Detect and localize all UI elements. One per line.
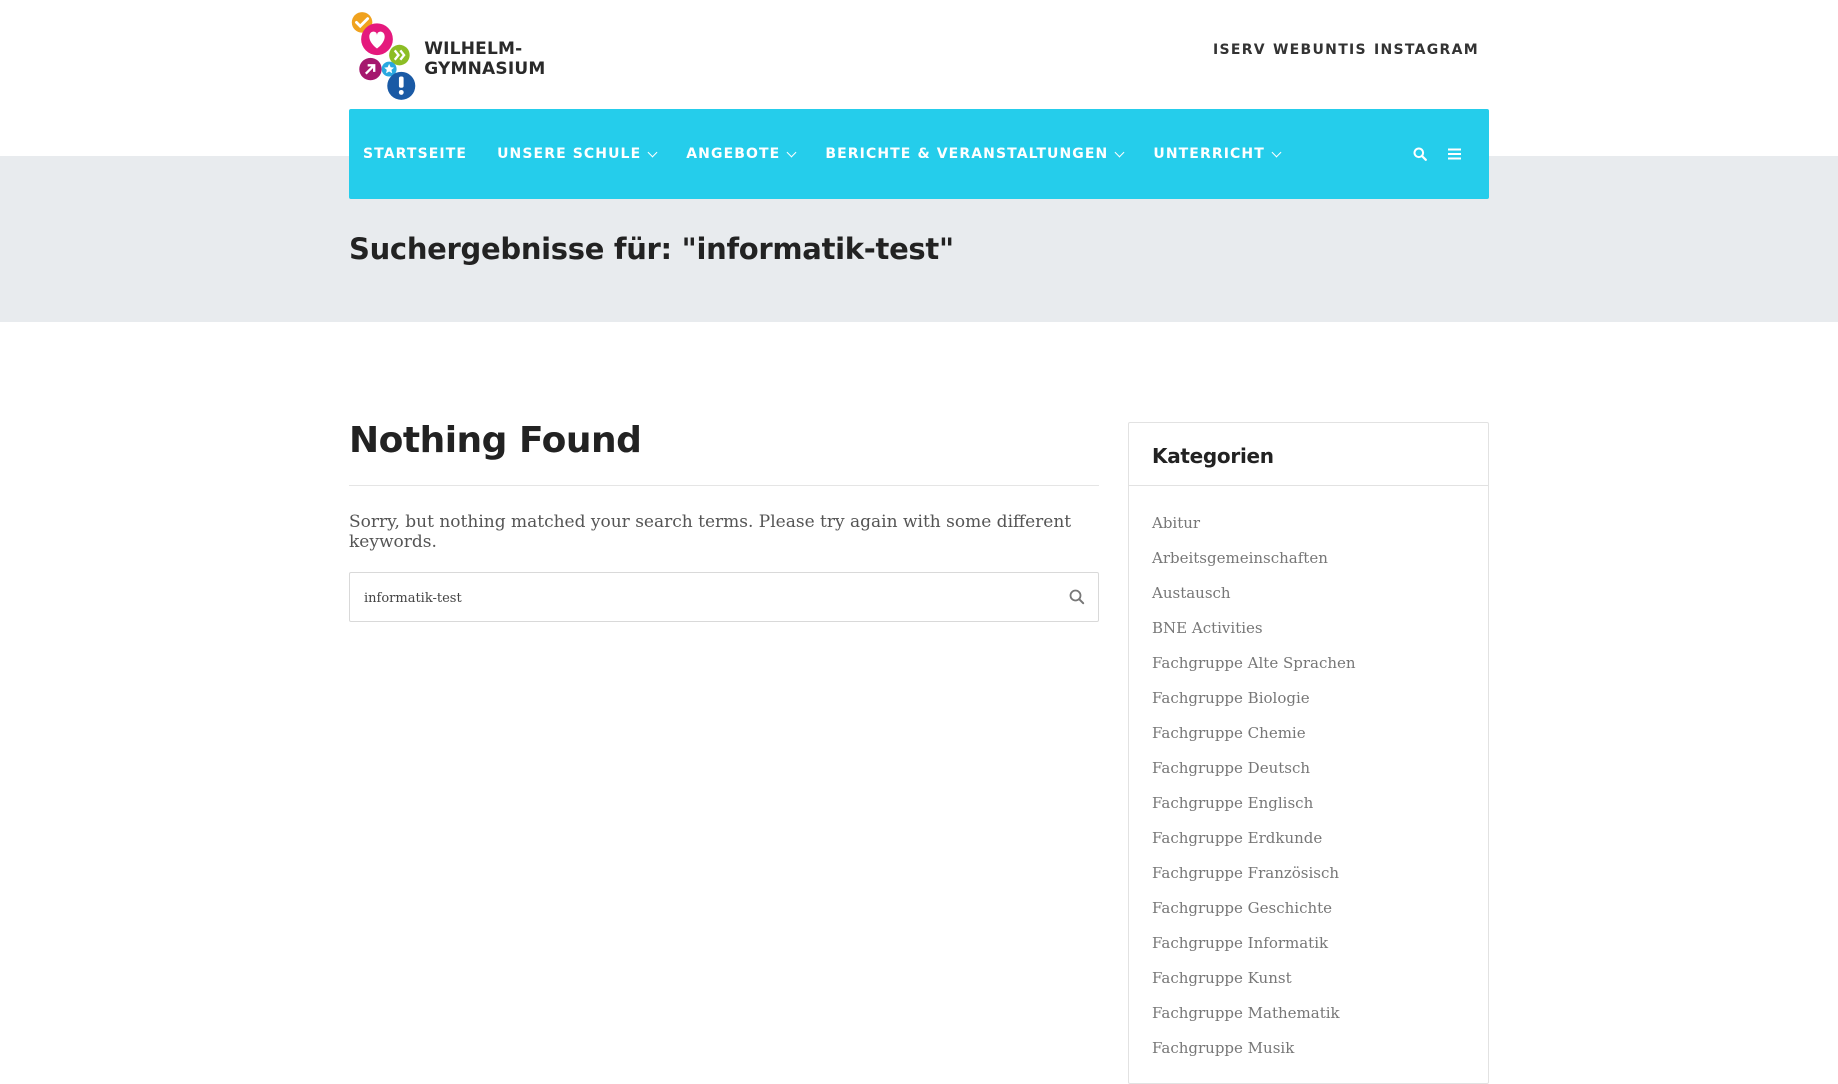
nav-item-angebote[interactable]: ANGEBOTE — [686, 146, 797, 162]
category-link[interactable]: Fachgruppe Französisch — [1152, 856, 1488, 891]
chevron-down-icon — [647, 147, 658, 157]
category-link[interactable]: Fachgruppe Geschichte — [1152, 891, 1488, 926]
search-input[interactable] — [362, 573, 1046, 623]
search-submit-icon[interactable] — [1068, 588, 1086, 606]
category-link[interactable]: Fachgruppe Biologie — [1152, 681, 1488, 716]
nav-item-label: UNTERRICHT — [1153, 146, 1265, 162]
category-link[interactable]: Fachgruppe Kunst — [1152, 961, 1488, 996]
category-list: Abitur Arbeitsgemeinschaften Austausch B… — [1129, 486, 1488, 1066]
menu-icon[interactable] — [1445, 145, 1463, 163]
top-link-instagram[interactable]: INSTAGRAM — [1374, 42, 1479, 58]
category-link[interactable]: Fachgruppe Informatik — [1152, 926, 1488, 961]
nav-item-label: UNSERE SCHULE — [497, 146, 642, 162]
category-link[interactable]: Fachgruppe Musik — [1152, 1031, 1488, 1066]
nothing-found-heading: Nothing Found — [349, 420, 1099, 486]
top-link-iserv[interactable]: ISERV — [1213, 42, 1266, 58]
category-link[interactable]: Fachgruppe Deutsch — [1152, 751, 1488, 786]
site-name: WILHELM-GYMNASIUM — [424, 39, 546, 79]
logo-mark-icon — [351, 12, 416, 100]
category-link[interactable]: Fachgruppe Alte Sprachen — [1152, 646, 1488, 681]
search-form — [349, 572, 1099, 623]
category-link[interactable]: Abitur — [1152, 506, 1488, 541]
main-content: Nothing Found Sorry, but nothing matched… — [349, 420, 1099, 623]
nav-item-unterricht[interactable]: UNTERRICHT — [1153, 146, 1282, 162]
category-link[interactable]: Austausch — [1152, 576, 1488, 611]
main-navigation: STARTSEITE UNSERE SCHULE ANGEBOTE BERICH… — [349, 109, 1489, 199]
nav-item-label: BERICHTE & VERANSTALTUNGEN — [825, 146, 1109, 162]
category-link[interactable]: BNE Activities — [1152, 611, 1488, 646]
nav-item-label: STARTSEITE — [363, 146, 468, 162]
chevron-down-icon — [1271, 147, 1282, 157]
site-logo[interactable]: WILHELM-GYMNASIUM — [349, 8, 629, 104]
chevron-down-icon — [786, 147, 797, 157]
categories-widget: Kategorien Abitur Arbeitsgemeinschaften … — [1128, 422, 1489, 1084]
category-link[interactable]: Fachgruppe Englisch — [1152, 786, 1488, 821]
top-link-webuntis[interactable]: WEBUNTIS — [1273, 42, 1367, 58]
category-link[interactable]: Arbeitsgemeinschaften — [1152, 541, 1488, 576]
nav-item-berichte-veranstaltungen[interactable]: BERICHTE & VERANSTALTUNGEN — [825, 146, 1125, 162]
widget-title: Kategorien — [1129, 423, 1488, 486]
chevron-down-icon — [1114, 147, 1125, 157]
top-links: ISERV WEBUNTIS INSTAGRAM — [1213, 42, 1479, 58]
category-link[interactable]: Fachgruppe Mathematik — [1152, 996, 1488, 1031]
page-title: Suchergebnisse für: "informatik-test" — [349, 232, 954, 266]
category-link[interactable]: Fachgruppe Chemie — [1152, 716, 1488, 751]
search-icon[interactable] — [1411, 145, 1429, 163]
no-results-message: Sorry, but nothing matched your search t… — [349, 512, 1072, 552]
nav-item-label: ANGEBOTE — [686, 146, 781, 162]
nav-item-startseite[interactable]: STARTSEITE — [363, 146, 467, 162]
category-link[interactable]: Fachgruppe Erdkunde — [1152, 821, 1488, 856]
nav-item-unsere-schule[interactable]: UNSERE SCHULE — [497, 146, 658, 162]
